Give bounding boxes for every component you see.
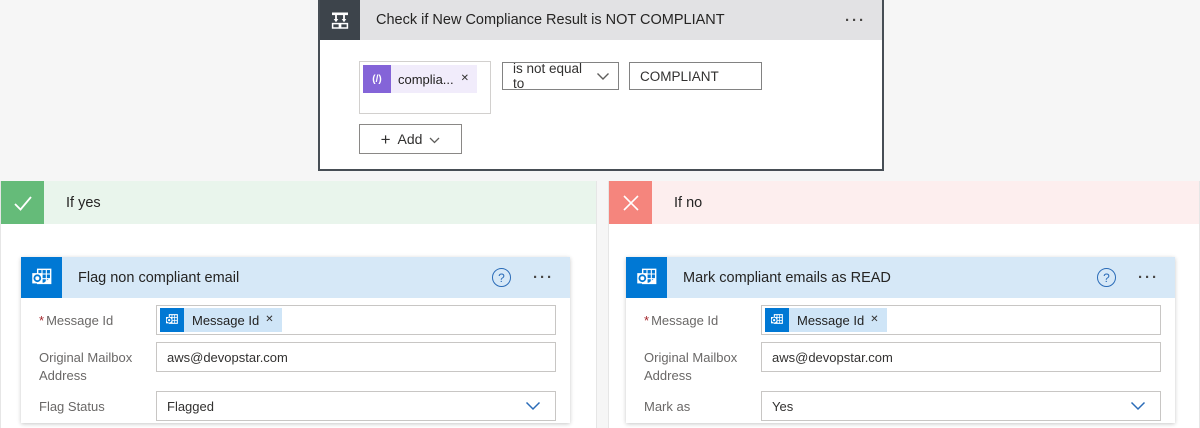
message-id-label: *Message Id <box>644 305 761 330</box>
token-label: Message Id <box>184 313 265 328</box>
help-icon[interactable]: ? <box>492 268 511 287</box>
message-id-field[interactable]: Message Id ✕ <box>761 305 1161 335</box>
message-id-field[interactable]: Message Id ✕ <box>156 305 556 335</box>
token-remove-icon[interactable]: ✕ <box>870 315 886 325</box>
flag-status-value: Flagged <box>157 399 525 414</box>
token-label: Message Id <box>789 313 870 328</box>
cross-icon <box>609 181 652 224</box>
condition-menu-button[interactable]: ··· <box>829 13 882 28</box>
condition-operator-dropdown[interactable]: is not equal to <box>502 62 619 90</box>
message-id-label: *Message Id <box>39 305 156 330</box>
mailbox-label: Original Mailbox Address <box>39 342 156 384</box>
if-yes-label: If yes <box>66 195 101 211</box>
message-id-row: *Message Id Message Id <box>39 305 556 335</box>
chevron-down-icon <box>429 131 440 147</box>
action-card-header[interactable]: Flag non compliant email ? ··· <box>21 257 570 298</box>
action-title: Flag non compliant email <box>78 270 492 286</box>
add-button-label: Add <box>398 131 423 147</box>
action-menu-button[interactable]: ··· <box>517 270 570 285</box>
mailbox-input[interactable] <box>157 343 555 371</box>
outlook-icon <box>160 308 184 332</box>
if-yes-header: If yes <box>1 181 596 224</box>
if-yes-branch: If yes Flag non compliant email ? ··· <box>0 181 597 428</box>
action-body: *Message Id Message Id <box>21 298 570 421</box>
dynamic-content-token[interactable]: (/) complia... ✕ <box>363 65 477 93</box>
outlook-icon <box>765 308 789 332</box>
expression-icon: (/) <box>363 65 391 93</box>
condition-title: Check if New Compliance Result is NOT CO… <box>376 12 829 28</box>
check-icon <box>1 181 44 224</box>
mailbox-row: Original Mailbox Address <box>39 342 556 384</box>
required-mark: * <box>39 313 44 328</box>
chevron-down-icon <box>596 72 610 81</box>
mailbox-row: Original Mailbox Address <box>644 342 1161 384</box>
condition-card: Check if New Compliance Result is NOT CO… <box>318 0 884 171</box>
flag-email-action-card: Flag non compliant email ? ··· *Message … <box>21 257 570 423</box>
chevron-down-icon <box>525 401 541 411</box>
token-remove-icon[interactable]: ✕ <box>461 74 477 84</box>
condition-card-header[interactable]: Check if New Compliance Result is NOT CO… <box>320 0 882 40</box>
action-card-header[interactable]: Mark compliant emails as READ ? ··· <box>626 257 1175 298</box>
ellipsis-icon: ··· <box>1138 269 1159 286</box>
mailbox-field <box>156 342 556 372</box>
mailbox-field <box>761 342 1161 372</box>
if-no-header: If no <box>609 181 1199 224</box>
action-menu-button[interactable]: ··· <box>1122 270 1175 285</box>
mailbox-input[interactable] <box>762 343 1160 371</box>
add-condition-button[interactable]: + Add <box>359 124 462 154</box>
flag-status-label: Flag Status <box>39 391 156 416</box>
help-icon[interactable]: ? <box>1097 268 1116 287</box>
condition-body: (/) complia... ✕ is not equal to + Add <box>320 40 882 169</box>
message-id-row: *Message Id Message Id <box>644 305 1161 335</box>
message-id-token[interactable]: Message Id ✕ <box>765 308 887 332</box>
chevron-down-icon <box>1130 401 1146 411</box>
condition-value-input[interactable] <box>629 62 762 90</box>
outlook-icon <box>21 257 62 298</box>
mark-read-action-card: Mark compliant emails as READ ? ··· *Mes… <box>626 257 1175 423</box>
flow-designer-canvas: Check if New Compliance Result is NOT CO… <box>0 0 1200 428</box>
mark-as-value: Yes <box>762 399 1130 414</box>
if-no-label: If no <box>674 195 702 211</box>
mark-as-label: Mark as <box>644 391 761 416</box>
operator-value: is not equal to <box>513 61 592 91</box>
token-remove-icon[interactable]: ✕ <box>265 315 281 325</box>
outlook-icon <box>626 257 667 298</box>
ellipsis-icon: ··· <box>533 269 554 286</box>
mailbox-label: Original Mailbox Address <box>644 342 761 384</box>
plus-icon: + <box>381 131 391 148</box>
if-no-branch: If no Mark compliant emails as READ ? ··… <box>608 181 1200 428</box>
action-body: *Message Id Message Id <box>626 298 1175 421</box>
mark-as-row: Mark as Yes <box>644 391 1161 421</box>
condition-branch-icon <box>320 0 360 40</box>
action-title: Mark compliant emails as READ <box>683 270 1097 286</box>
mark-as-dropdown[interactable]: Yes <box>761 391 1161 421</box>
required-mark: * <box>644 313 649 328</box>
token-label: complia... <box>391 72 461 87</box>
ellipsis-icon: ··· <box>845 12 866 29</box>
message-id-token[interactable]: Message Id ✕ <box>160 308 282 332</box>
condition-operand-box[interactable]: (/) complia... ✕ <box>359 61 491 114</box>
flag-status-row: Flag Status Flagged <box>39 391 556 421</box>
flag-status-dropdown[interactable]: Flagged <box>156 391 556 421</box>
